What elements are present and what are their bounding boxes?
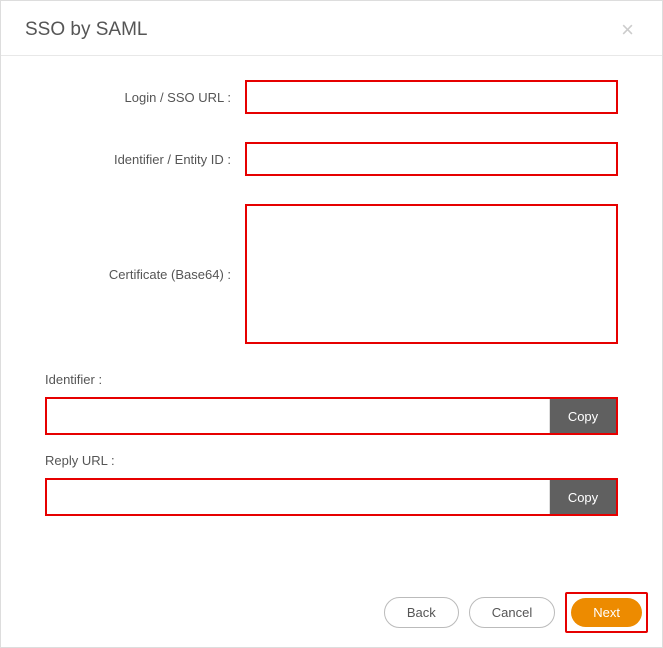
input-identifier-out[interactable] [47,399,550,433]
copy-identifier-button[interactable]: Copy [550,399,616,433]
row-login-url: Login / SSO URL : [45,80,618,114]
row-reply-url-out: Copy [45,478,618,516]
copy-reply-url-button[interactable]: Copy [550,480,616,514]
next-highlight: Next [565,592,648,633]
next-button[interactable]: Next [571,598,642,627]
label-certificate: Certificate (Base64) : [45,267,245,282]
dialog-title: SSO by SAML [25,19,148,41]
back-button[interactable]: Back [384,597,459,628]
row-certificate: Certificate (Base64) : [45,204,618,344]
row-identifier-out: Copy [45,397,618,435]
close-icon[interactable]: × [617,19,638,41]
input-reply-url-out[interactable] [47,480,550,514]
label-identifier-out: Identifier : [45,372,618,387]
dialog-header: SSO by SAML × [1,1,662,56]
textarea-certificate[interactable] [245,204,618,344]
label-reply-url-out: Reply URL : [45,453,618,468]
input-login-url[interactable] [245,80,618,114]
row-entity-id: Identifier / Entity ID : [45,142,618,176]
cancel-button[interactable]: Cancel [469,597,555,628]
dialog-body: Login / SSO URL : Identifier / Entity ID… [1,56,662,546]
label-login-url: Login / SSO URL : [45,90,245,105]
input-entity-id[interactable] [245,142,618,176]
dialog-footer: Back Cancel Next [384,592,648,633]
label-entity-id: Identifier / Entity ID : [45,152,245,167]
